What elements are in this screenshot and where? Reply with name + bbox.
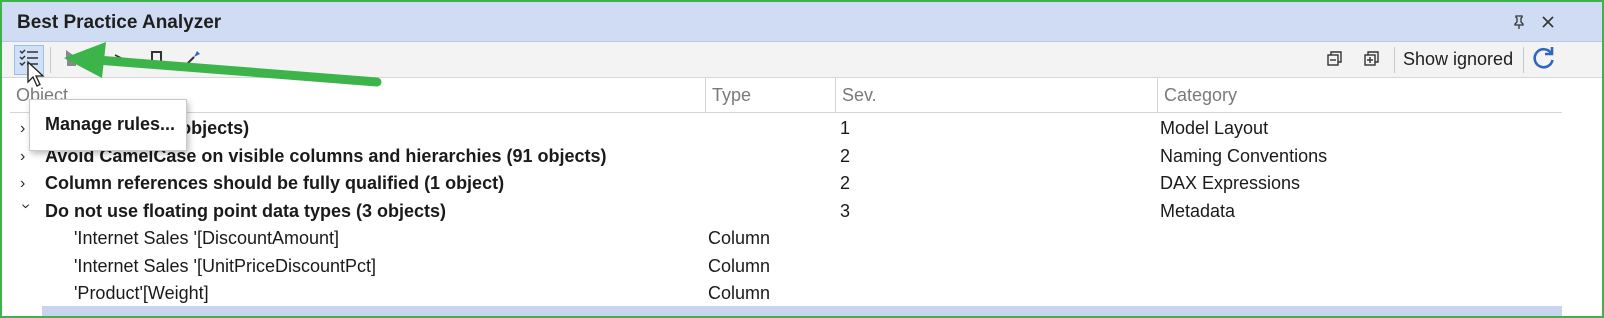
go-to-object-button[interactable] <box>57 45 87 75</box>
refresh-icon <box>1531 45 1557 76</box>
refresh-button[interactable] <box>1529 45 1559 75</box>
ignore-item-button[interactable] <box>107 45 137 75</box>
type-value: Column <box>708 255 771 276</box>
chevron-down-icon[interactable]: › <box>13 203 40 219</box>
expand-all-button[interactable] <box>1357 45 1387 75</box>
tree-row[interactable]: 'Product'[Weight] Column <box>10 280 1562 308</box>
object-name: 'Internet Sales '[DiscountAmount] <box>74 228 340 248</box>
toolbar: Show ignored <box>2 42 1602 78</box>
category-value: Model Layout <box>1160 118 1269 138</box>
tree-row[interactable]: › Column references should be fully qual… <box>10 170 1562 198</box>
toolbar-separator <box>50 47 51 73</box>
tree-row[interactable]: › Do not use floating point data types (… <box>10 198 1562 226</box>
rule-name: Do not use floating point data types (3 … <box>45 200 447 221</box>
mouse-cursor-icon <box>27 60 45 87</box>
go-to-object-icon <box>61 47 83 74</box>
tree-row[interactable]: 'Internet Sales '[DiscountAmount] Column <box>10 225 1562 253</box>
category-value: Metadata <box>1160 200 1236 221</box>
window-title: Best Practice Analyzer <box>17 12 222 33</box>
title-bar: Best Practice Analyzer <box>2 2 1602 42</box>
chevron-right-icon[interactable]: › <box>20 170 36 197</box>
column-header-severity[interactable]: Sev. <box>836 78 1158 113</box>
toolbar-separator <box>1523 47 1524 73</box>
expand-all-icon <box>1362 48 1382 73</box>
apply-fix-button[interactable] <box>177 45 207 75</box>
type-value: Column <box>708 228 771 248</box>
manage-rules-dropdown: Manage rules... <box>29 99 187 151</box>
column-header-row: Object Type Sev. Category <box>10 78 1562 113</box>
severity-value: 1 <box>840 118 851 138</box>
object-name: 'Product'[Weight] <box>74 283 209 303</box>
best-practice-analyzer-window: Best Practice Analyzer Show ignored Obje… <box>0 0 1604 318</box>
column-header-category[interactable]: Category <box>1158 78 1562 113</box>
show-ignored-toggle[interactable]: Show ignored <box>1403 49 1513 70</box>
severity-value: 2 <box>840 145 851 166</box>
apply-fix-icon <box>181 47 203 74</box>
severity-value: 3 <box>840 200 851 221</box>
pin-icon[interactable] <box>1508 11 1530 33</box>
tree-row[interactable]: › Avoid CamelCase on visible columns and… <box>10 143 1562 171</box>
collapse-all-button[interactable] <box>1320 45 1350 75</box>
object-name: 'Internet Sales '[UnitPriceDiscountPct] <box>74 255 377 276</box>
ignore-rule-button[interactable] <box>142 45 172 75</box>
tree-row[interactable]: 'Internet Sales '[UnitPriceDiscountPct] … <box>10 253 1562 281</box>
type-value: Column <box>708 283 771 303</box>
toolbar-separator <box>1394 47 1395 73</box>
ignore-rule-icon <box>146 47 168 74</box>
ignore-item-icon <box>111 47 133 74</box>
column-header-type[interactable]: Type <box>706 78 836 113</box>
rule-name: Column references should be fully qualif… <box>45 173 505 193</box>
collapse-all-icon <box>1325 48 1345 73</box>
selected-row-highlight <box>42 306 1562 316</box>
manage-rules-menu-item[interactable]: Manage rules... <box>45 114 175 135</box>
category-value: Naming Conventions <box>1160 145 1328 166</box>
tree-row[interactable]: › erspectives (47 objects) 1 Model Layou… <box>10 115 1562 143</box>
category-value: DAX Expressions <box>1160 173 1301 193</box>
severity-value: 2 <box>840 173 851 193</box>
close-icon[interactable] <box>1537 11 1559 33</box>
results-tree: › erspectives (47 objects) 1 Model Layou… <box>10 115 1562 308</box>
